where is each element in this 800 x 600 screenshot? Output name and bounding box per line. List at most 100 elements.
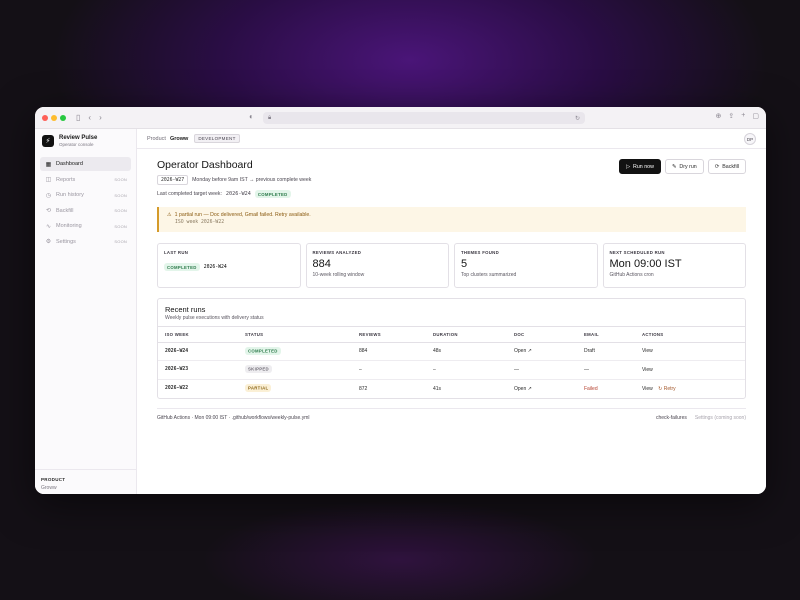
sidebar-footer: PRODUCT Groww [35, 469, 136, 494]
recent-runs-title: Recent runs [165, 305, 206, 314]
browser-toolbar: ▯ ‹ › ◐ 🔒︎ ↻ ⊕ ⇪ + ▢ [35, 107, 766, 129]
workflow-info: GitHub Actions · Mon 09:00 IST · .github… [157, 414, 310, 421]
recent-runs-panel: Recent runs Weekly pulse executions with… [157, 298, 746, 399]
view-link[interactable]: View [642, 386, 653, 392]
reviews-value: 884 [312, 258, 331, 270]
card-label: LAST RUN [164, 250, 189, 255]
product-section-title: PRODUCT [41, 477, 66, 482]
iso-week-cell: 2026-W24 [158, 342, 238, 361]
reviews-cell: 884 [352, 342, 426, 361]
sidebar-item-monitoring[interactable]: ∿ Monitoring SOON [40, 219, 131, 233]
page-footer: GitHub Actions · Mon 09:00 IST · .github… [157, 407, 746, 421]
back-icon[interactable]: ‹ [88, 113, 91, 122]
share-icon[interactable]: ⇪ [728, 112, 734, 120]
week-info: 2026-W27 Monday before 9am IST → previou… [157, 175, 746, 185]
last-completed-week: 2026-W24 [225, 191, 251, 197]
sidebar-toggle-icon[interactable]: ▯ [76, 113, 80, 122]
table-row: 2026-W24 COMPLETED 884 48s Open ↗ Draft … [158, 342, 745, 361]
status-badge: COMPLETED [254, 190, 291, 198]
view-link[interactable]: View [642, 348, 653, 354]
reviews-card: REVIEWS ANALYZED 884 10-week rolling win… [305, 243, 449, 288]
product-section-value: Groww [41, 485, 57, 491]
refresh-icon: ⟳ [714, 163, 720, 170]
sidebar-item-backfill[interactable]: ⟲ Backfill SOON [40, 204, 131, 218]
header-actions: ▷ Run now ✎ Dry run ⟳ Backfill [618, 159, 746, 174]
lock-icon: 🔒︎ [268, 114, 272, 121]
stats-row: LAST RUN COMPLETED 2026-W24 REVIEWS ANAL… [157, 243, 746, 288]
dry-run-label: Dry run [679, 163, 697, 170]
maximize-dot[interactable] [60, 114, 66, 121]
soon-badge: SOON [114, 223, 127, 229]
doc-cell: — [507, 360, 577, 380]
brand: ⚡︎ Review Pulse Operator console [40, 135, 131, 147]
backfill-button[interactable]: ⟳ Backfill [707, 159, 746, 174]
new-tab-icon[interactable]: + [741, 112, 745, 120]
last-run-card: LAST RUN COMPLETED 2026-W24 [157, 243, 301, 288]
partial-run-alert: ⚠ 1 partial run — Doc delivered, Gmail fa… [157, 207, 746, 232]
iso-week-cell: 2026-W22 [165, 386, 189, 391]
address-bar[interactable]: 🔒︎ ↻ [263, 112, 585, 124]
alert-message: 1 partial run — Doc delivered, Gmail fai… [174, 212, 311, 218]
reviews-cell: 872 [359, 385, 368, 392]
pulse-logo-icon: ⚡︎ [42, 135, 54, 147]
reload-icon[interactable]: ↻ [575, 115, 580, 122]
product-selector[interactable]: Groww [170, 136, 188, 142]
retry-button[interactable]: ↻ Retry [658, 386, 676, 392]
view-link[interactable]: View [642, 367, 653, 373]
reviews-cell: – [352, 360, 426, 380]
extensions-icon[interactable]: ⊕ [716, 112, 722, 120]
backfill-icon: ⟲ [45, 208, 52, 214]
main-panel: Product Groww DEVELOPMENT DP Operator Da… [137, 129, 766, 494]
warning-icon: ⚠ [167, 212, 172, 218]
card-label: THEMES FOUND [461, 250, 499, 255]
column-header: EMAIL [577, 327, 635, 343]
last-run-week: 2026-W24 [203, 264, 227, 270]
week-description: Monday before 9am IST → previous complet… [192, 177, 312, 183]
next-run-sub: GitHub Actions cron [609, 272, 654, 278]
column-header: DOC [507, 327, 577, 343]
sidebar-item-label: Backfill [56, 207, 74, 214]
column-header: ISO WEEK [158, 327, 238, 343]
sidebar-item-label: Run history [56, 192, 84, 198]
status-badge: COMPLETED [245, 346, 281, 355]
minimize-dot[interactable] [51, 114, 57, 121]
open-doc-link[interactable]: Open ↗ [507, 379, 577, 398]
soon-badge: SOON [114, 192, 127, 198]
tabs-icon[interactable]: ▢ [752, 112, 759, 120]
topbar: Product Groww DEVELOPMENT DP [137, 129, 766, 149]
sidebar-item-run-history[interactable]: ◷ Run history SOON [40, 188, 131, 202]
sidebar-item-reports[interactable]: ◫ Reports SOON [40, 173, 131, 187]
settings-link: Settings (coming soon) [694, 414, 746, 421]
dashboard-icon: ▦ [45, 161, 52, 168]
dry-run-button[interactable]: ✎ Dry run [664, 159, 704, 174]
avatar[interactable]: DP [744, 133, 756, 145]
soon-badge: SOON [114, 208, 127, 213]
sidebar-item-label: Settings [56, 238, 76, 245]
sidebar-item-dashboard[interactable]: ▦ Dashboard [40, 157, 131, 171]
email-cell: Draft [577, 342, 635, 361]
environment-badge: DEVELOPMENT [194, 134, 240, 143]
privacy-icon[interactable]: ◐ [249, 112, 254, 121]
check-failures-link[interactable]: check-failures [656, 415, 687, 421]
sidebar-item-settings[interactable]: ⚙ Settings SOON [40, 235, 131, 249]
status-badge: SKIPPED [245, 365, 272, 374]
close-dot[interactable] [42, 114, 48, 121]
email-cell: — [577, 360, 635, 380]
pencil-icon: ✎ [671, 163, 677, 170]
table-row: 2026-W23 SKIPPED – – — — View [158, 360, 745, 380]
backfill-label: Backfill [722, 163, 739, 170]
brand-subtitle: Operator console [59, 142, 94, 147]
run-now-label: Run now [633, 163, 654, 170]
forward-icon[interactable]: › [99, 113, 102, 122]
open-doc-link[interactable]: Open ↗ [507, 342, 577, 361]
duration-cell: 41s [433, 385, 442, 392]
reports-icon: ◫ [45, 177, 52, 183]
column-header: STATUS [238, 327, 352, 343]
themes-value: 5 [461, 258, 468, 270]
duration-cell: 48s [426, 342, 507, 361]
app-shell: ⚡︎ Review Pulse Operator console ▦ Dashbo… [35, 129, 766, 494]
history-icon: ◷ [45, 192, 52, 199]
run-now-button[interactable]: ▷ Run now [618, 159, 661, 174]
dashboard-content: Operator Dashboard 2026-W27 Monday befor… [137, 149, 766, 421]
next-run-card: NEXT SCHEDULED RUN Mon 09:00 IST GitHub … [602, 243, 746, 288]
